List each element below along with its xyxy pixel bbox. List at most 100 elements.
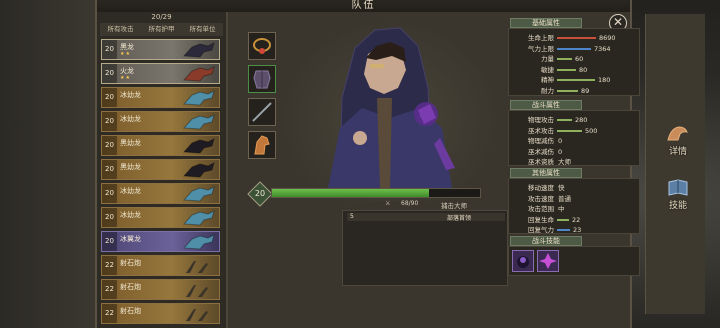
unit-name: 射石炮: [120, 283, 141, 291]
book-icon: [668, 179, 688, 196]
stat-label: 物理攻击: [528, 116, 554, 124]
dragon-dark-icon: [182, 42, 215, 58]
stat-label: 回复生命: [528, 215, 554, 224]
stat-value: 快: [558, 184, 565, 192]
unit-card[interactable]: 22 射石炮: [101, 303, 220, 324]
unit-card[interactable]: 20 冰幼龙: [101, 111, 220, 132]
stat-label: 攻击速度: [528, 194, 554, 203]
stat-value: 60: [575, 55, 584, 63]
equip-slot-weapon[interactable]: [248, 98, 276, 126]
dragon-ice-icon: [182, 90, 215, 106]
unit-level: 22: [102, 280, 117, 299]
filter-units[interactable]: 所有单位: [182, 23, 223, 36]
stat-row: 攻击速度 普通: [514, 193, 571, 203]
equip-slot-necklace[interactable]: [248, 32, 276, 60]
stat-bar: [557, 129, 582, 132]
unit-card[interactable]: 20 冰幼龙: [101, 207, 220, 228]
skill-slot-1[interactable]: [512, 250, 534, 272]
skill-slot-2[interactable]: [537, 250, 559, 272]
unit-name: 黑幼龙: [120, 163, 141, 171]
unit-level: 20: [102, 88, 117, 107]
stat-value: 500: [585, 126, 598, 135]
unit-name: 黑幼龙: [120, 139, 141, 147]
unit-card[interactable]: 22 射石炮: [101, 279, 220, 300]
catapult-icon: [186, 309, 208, 321]
unit-level: 20: [102, 208, 117, 227]
unit-name: 冰幼龙: [120, 115, 141, 123]
hero-description-box: 5 部落首领: [342, 210, 508, 286]
unit-name: 射石炮: [120, 307, 141, 315]
stat-label: 巫术资质: [528, 158, 554, 166]
unit-list: 20 黑龙 ★★ 20 火龙 ★★ 20 冰幼龙 20 冰幼龙 20 黑幼龙 20 黑幼龙 20 冰幼龙 20 冰…: [97, 39, 226, 324]
unit-card[interactable]: 20 黑幼龙: [101, 159, 220, 180]
stat-bar: [557, 79, 595, 81]
stat-value: 普通: [558, 194, 571, 203]
stat-row: 生命上限 8690: [514, 32, 616, 42]
unit-level: 22: [102, 256, 117, 275]
stat-bar: [557, 218, 569, 221]
xp-icon: ⚔: [385, 200, 391, 207]
unit-card[interactable]: 20 黑幼龙: [101, 135, 220, 156]
xp-bar-fill: [272, 189, 430, 197]
arcane-burst-icon: [539, 253, 557, 269]
roster-count: 20/29: [151, 13, 172, 21]
stat-label: 巫术攻击: [528, 126, 554, 135]
unit-card[interactable]: 20 冰幼龙: [101, 87, 220, 108]
dragon-ice-icon: [182, 186, 215, 202]
hero-portrait: [280, 18, 500, 201]
unit-card[interactable]: 20 黑龙 ★★: [101, 39, 220, 60]
title-bar: 队伍: [97, 0, 630, 12]
stat-label: 移动速度: [528, 184, 554, 192]
unit-card[interactable]: 20 火龙 ★★: [101, 63, 220, 84]
equip-slot-mount[interactable]: [248, 131, 276, 159]
warlock-figure: [328, 27, 455, 189]
tab-skills-label: 技能: [668, 201, 687, 211]
unit-card[interactable]: 22 射石炮: [101, 255, 220, 276]
dragon-black-icon: [182, 138, 215, 154]
stat-label: 敏捷: [541, 65, 554, 74]
stat-value: 22: [572, 215, 581, 224]
filter-armor[interactable]: 所有护甲: [141, 23, 182, 36]
stat-value: 280: [575, 116, 588, 124]
unit-level: 22: [102, 304, 117, 323]
unit-level: 20: [102, 40, 117, 59]
stats-panel: 基础属性 生命上限 8690 气力上限 7364 力量 60 敏捷 80 精神 180 耐力 89 战…: [500, 14, 643, 304]
base-stats-box: 生命上限 8690 气力上限 7364 力量 60 敏捷 80 精神 180 耐力 89: [508, 28, 640, 96]
necklace-icon: [253, 38, 271, 54]
unit-roster[interactable]: 20/29 所有攻击 所有护甲 所有单位 20 黑龙 ★★ 20 火龙 ★★ 20 冰幼龙 20…: [97, 12, 228, 328]
stat-row: 巫术减伤 0: [514, 146, 563, 156]
catapult-icon: [186, 285, 208, 297]
unit-level: 20: [102, 64, 117, 83]
stat-bar: [557, 68, 576, 71]
dragon-ice-icon: [182, 210, 215, 226]
unit-card[interactable]: 20 冰翼龙: [101, 231, 220, 252]
hero-title: 捕击大师: [441, 202, 467, 210]
hero-rank-row: 5 部落首领: [347, 213, 505, 222]
stat-value: 中: [558, 205, 565, 213]
stat-bar: [557, 37, 596, 39]
stat-value: 80: [579, 65, 588, 74]
stat-row: 物理攻击 280: [514, 114, 588, 124]
tab-skills[interactable]: 技能: [658, 176, 698, 211]
filter-attack[interactable]: 所有攻击: [100, 23, 141, 36]
stat-row: 攻击范围中: [514, 203, 565, 213]
xp-text: 68/90: [401, 200, 419, 207]
dragon-ice-icon: [182, 234, 215, 250]
equip-slot-armor[interactable]: [248, 65, 276, 93]
stat-value: 0: [558, 147, 563, 156]
hero-portrait-panel: 20 ⚔ 68/90 捕击大师 5 部落首领: [235, 14, 508, 328]
stat-label: 力量: [541, 55, 554, 63]
stat-label: 巫术减伤: [528, 147, 554, 156]
stat-value: 0: [558, 137, 563, 145]
stat-bar: [557, 89, 578, 92]
stat-value: 大师: [558, 158, 571, 166]
staff-icon: [252, 102, 272, 122]
stat-bar: [557, 47, 591, 50]
stat-bar: [557, 229, 570, 231]
other-stats-header: 其他属性: [510, 168, 582, 178]
tab-details-label: 详情: [668, 147, 687, 157]
stat-row: 巫术资质 大师: [514, 156, 571, 166]
stat-value: 23: [573, 226, 582, 234]
tab-details[interactable]: 详情: [658, 122, 698, 157]
unit-card[interactable]: 20 冰幼龙: [101, 183, 220, 204]
